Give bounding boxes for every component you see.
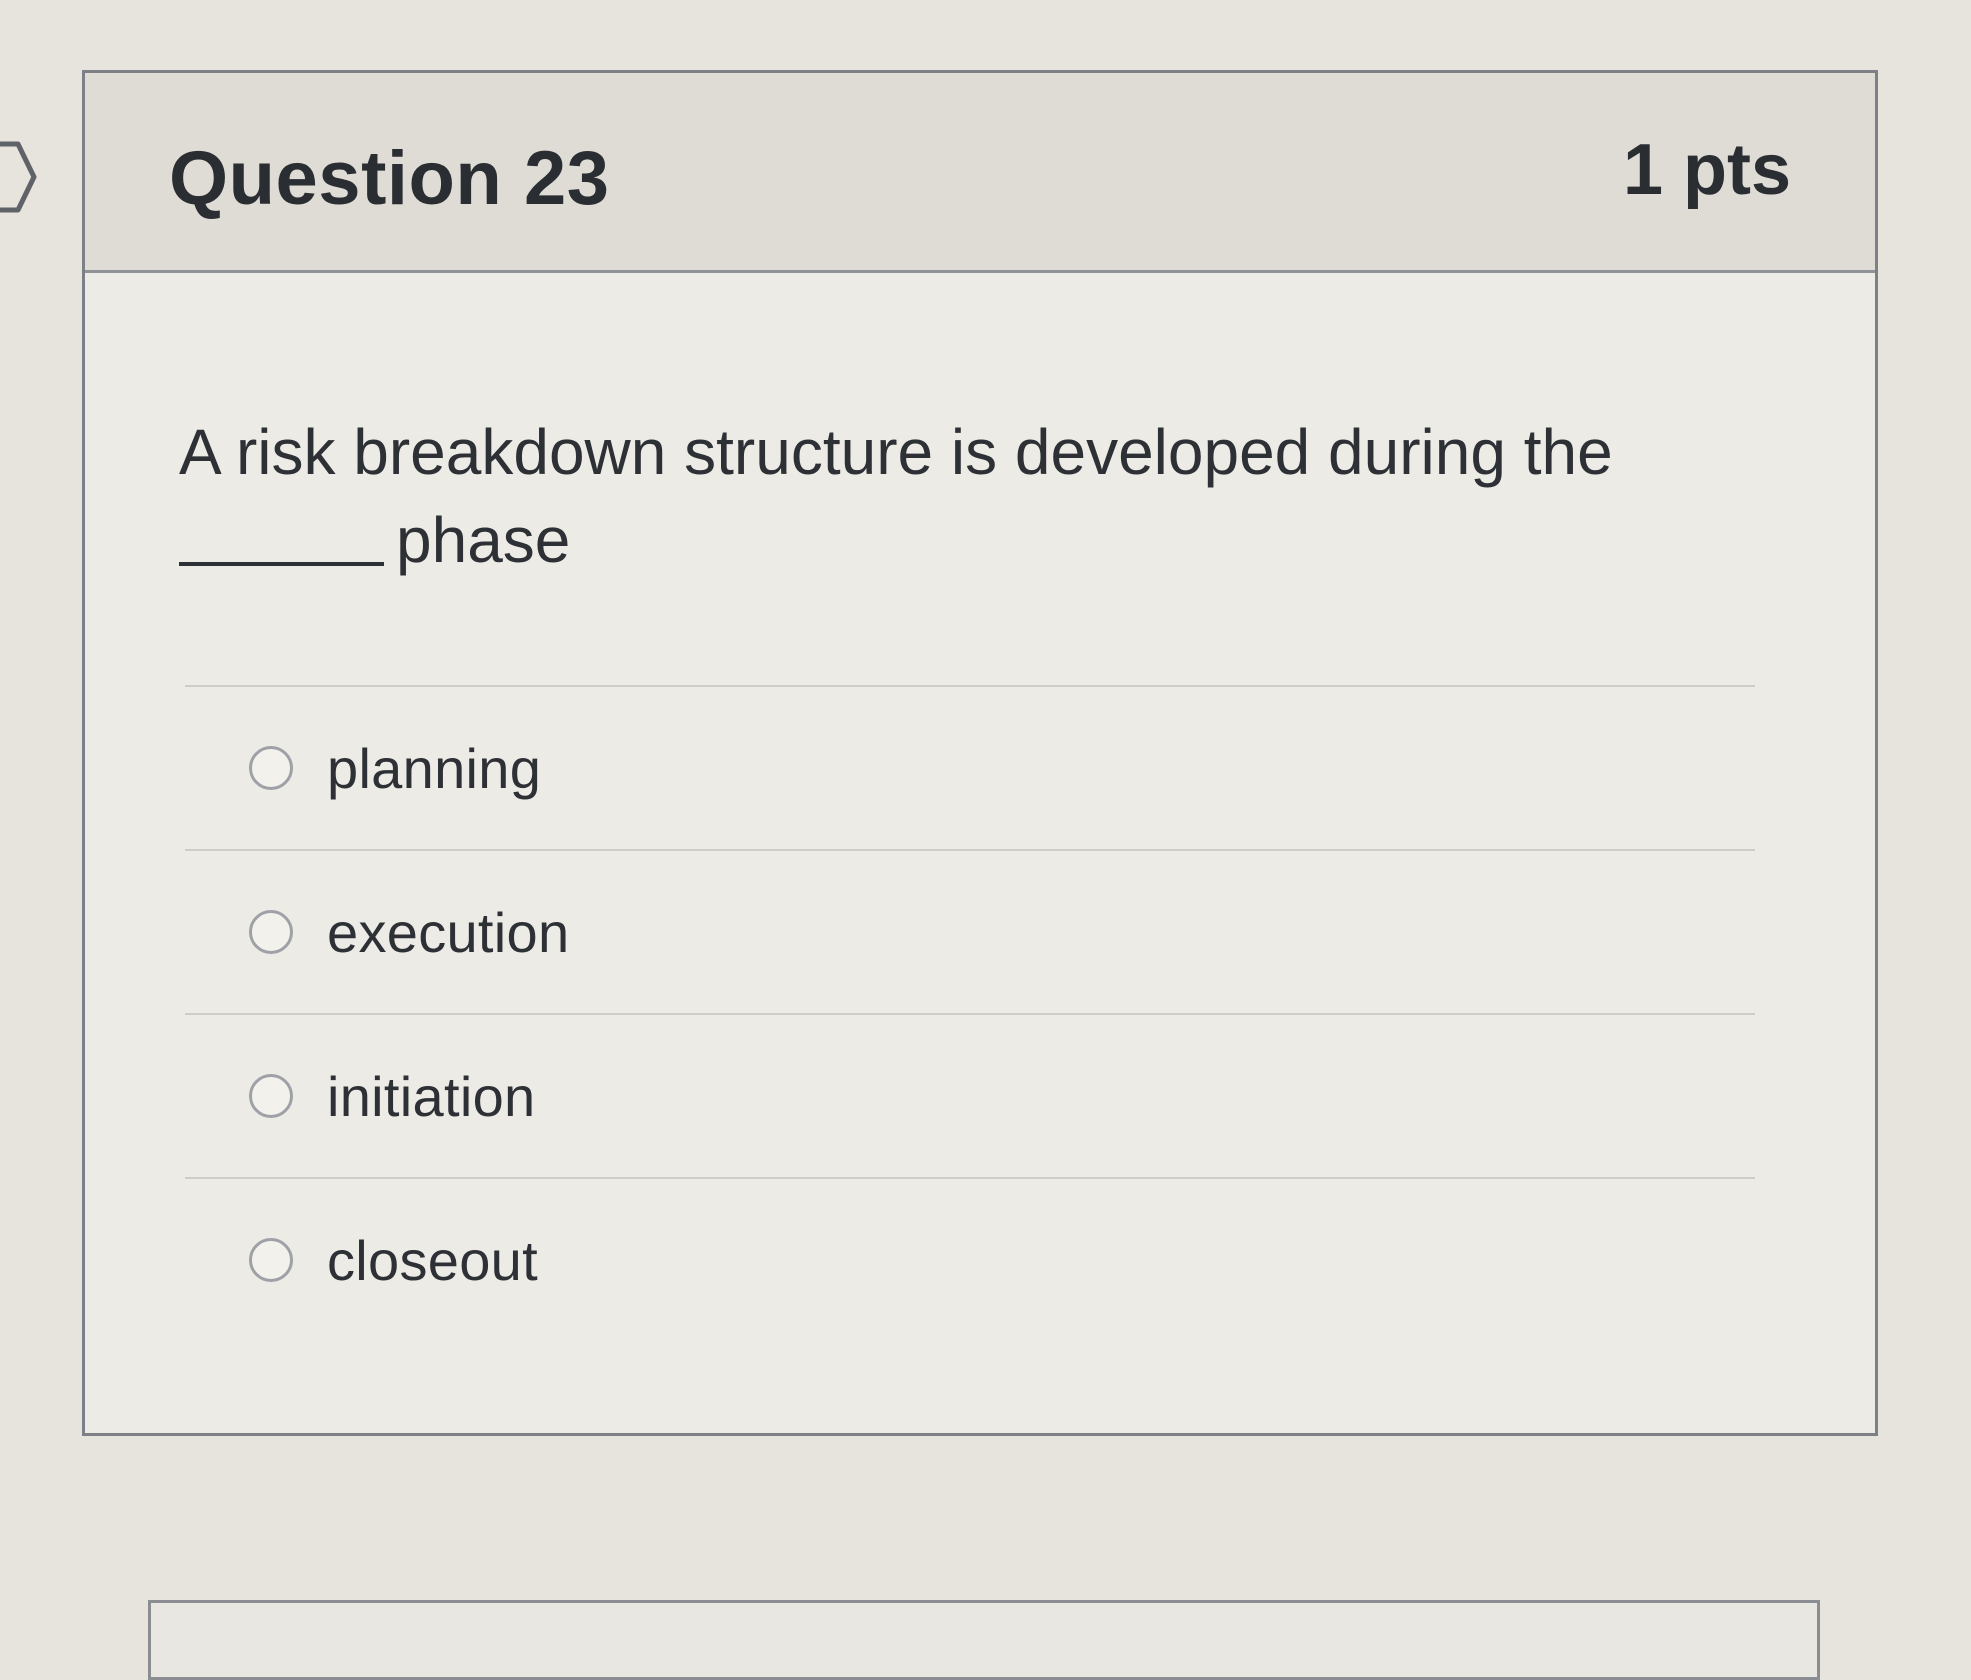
flag-question-icon[interactable] (0, 140, 44, 214)
radio-button-icon[interactable] (249, 910, 293, 954)
question-card: Question 23 1 pts A risk breakdown struc… (82, 70, 1878, 1436)
question-text-suffix: phase (396, 504, 571, 576)
radio-button-icon[interactable] (249, 1074, 293, 1118)
question-title: Question 23 (169, 136, 610, 221)
question-text-line-2: phase (179, 496, 1739, 584)
question-text-line-1: A risk breakdown structure is developed … (179, 416, 1613, 488)
answer-label[interactable]: initiation (327, 1064, 535, 1129)
question-header: Question 23 1 pts (85, 73, 1875, 273)
answer-option-initiation[interactable]: initiation (185, 1015, 1775, 1177)
question-text: A risk breakdown structure is developed … (179, 408, 1739, 584)
answer-option-planning[interactable]: planning (185, 687, 1775, 849)
fill-in-blank (179, 562, 384, 566)
answer-option-execution[interactable]: execution (185, 851, 1775, 1013)
question-points: 1 pts (1622, 130, 1791, 210)
answer-label[interactable]: closeout (327, 1228, 538, 1293)
answer-label[interactable]: execution (327, 900, 569, 965)
answer-list: planning execution initiation closeout (185, 685, 1775, 1341)
answer-label[interactable]: planning (327, 736, 541, 801)
next-question-card (148, 1600, 1820, 1680)
radio-button-icon[interactable] (249, 746, 293, 790)
radio-button-icon[interactable] (249, 1238, 293, 1282)
answer-option-closeout[interactable]: closeout (185, 1179, 1775, 1341)
